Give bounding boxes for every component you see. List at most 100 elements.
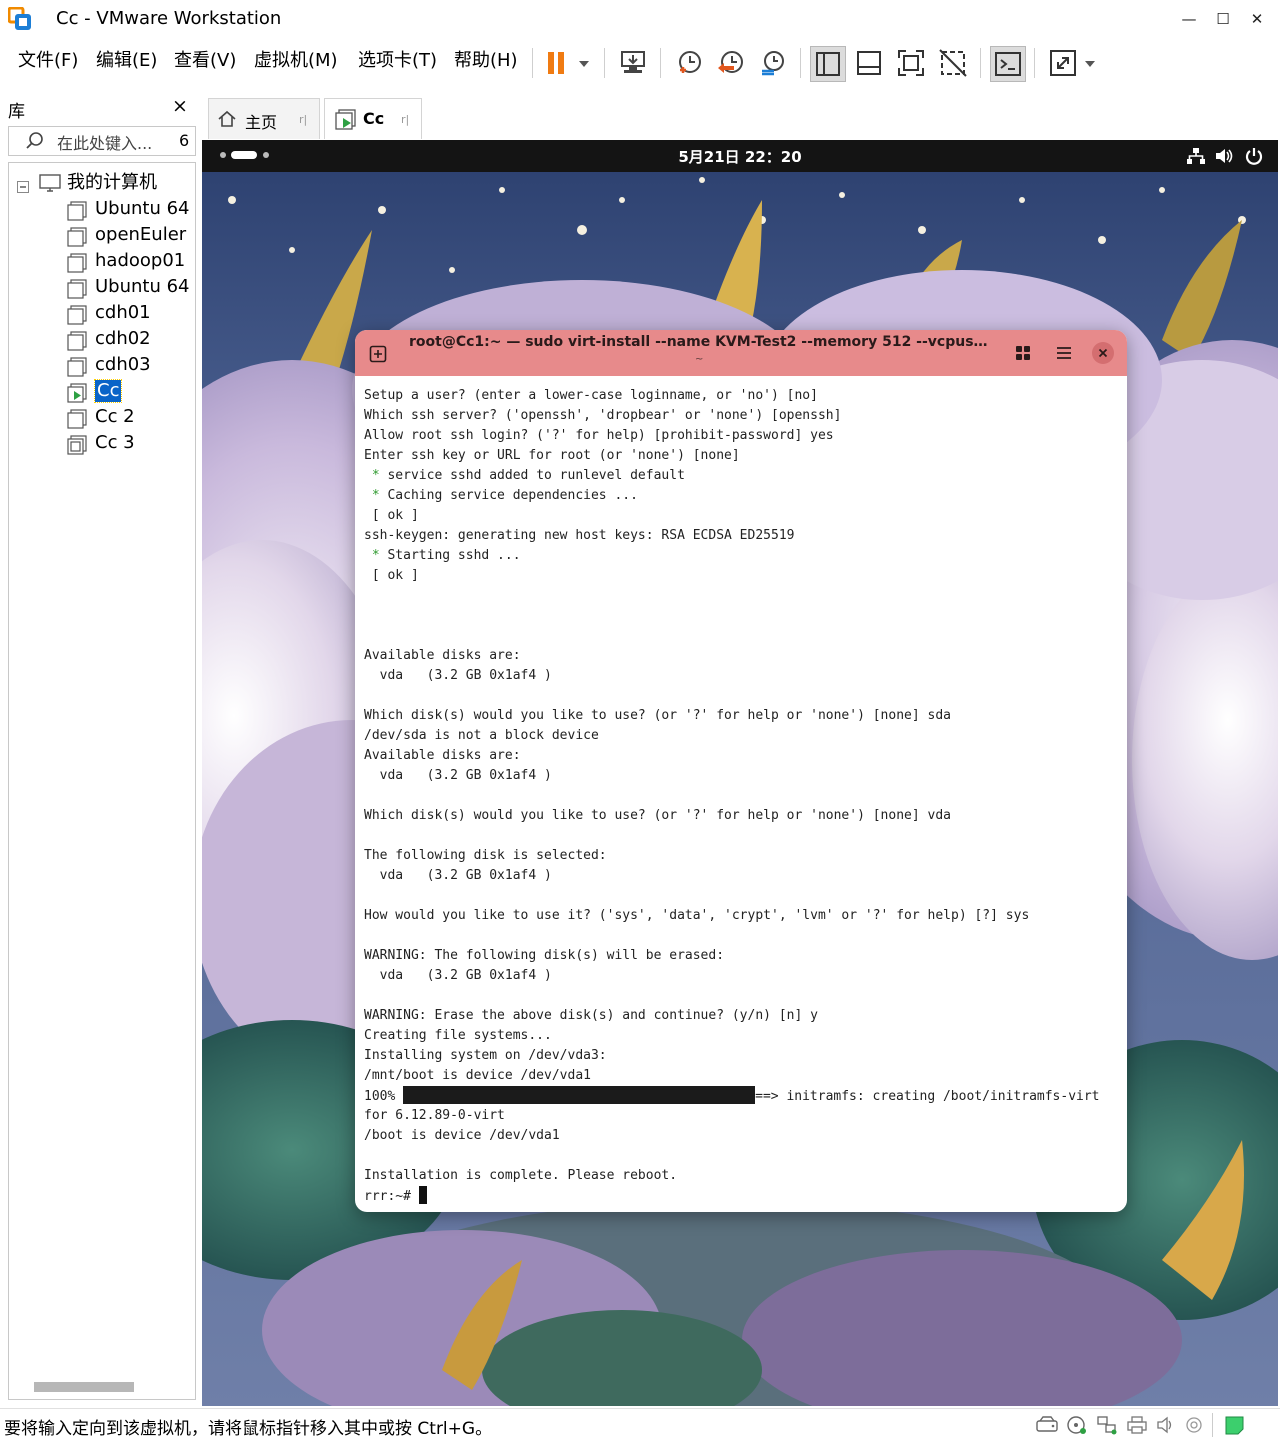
tree-vm-item[interactable]: hadoop01 — [9, 249, 195, 275]
menu-file[interactable]: 文件(F) — [18, 49, 78, 73]
tab-cc-label: Cc — [363, 109, 385, 128]
library-scrollbar[interactable] — [34, 1382, 134, 1392]
terminal-line: * service sshd added to runlevel default — [371, 468, 685, 483]
unity-icon[interactable] — [936, 46, 970, 80]
vm-running-icon — [335, 109, 357, 131]
power-icon[interactable] — [1244, 146, 1264, 166]
dropdown-icon[interactable] — [1080, 46, 1100, 80]
tab-close-icon[interactable]: r| — [401, 113, 409, 126]
library-title: 库 — [8, 102, 25, 122]
vm-icon — [67, 357, 87, 377]
terminal-prompt[interactable]: rrr:~# — [364, 1186, 1124, 1206]
message-icon[interactable] — [1224, 1415, 1246, 1435]
tab-close-icon[interactable]: r| — [299, 113, 307, 126]
tree-vm-item[interactable]: Cc 3 — [9, 431, 195, 457]
tree-vm-item[interactable]: cdh01 — [9, 301, 195, 327]
terminal-cursor — [418, 1186, 427, 1204]
tree-vm-item[interactable]: openEuler — [9, 223, 195, 249]
tree-vm-item[interactable]: Ubuntu 64 位 — [9, 197, 195, 223]
library-close-button[interactable]: × — [170, 95, 190, 117]
terminal-line: Available disks are: — [364, 748, 521, 763]
network-icon[interactable] — [1186, 146, 1206, 166]
vm-icon — [67, 279, 87, 299]
volume-icon[interactable] — [1214, 146, 1234, 166]
status-message: 要将输入定向到该虚拟机，请将鼠标指针移入其中或按 Ctrl+G。 — [4, 1419, 493, 1439]
tab-cc[interactable]: Cc r| — [324, 98, 422, 139]
hamburger-menu-icon[interactable] — [1055, 345, 1073, 361]
terminal-line: /mnt/boot is device /dev/vda1 — [364, 1068, 591, 1083]
terminal-header: root@Cc1:~ — sudo virt-install --name KV… — [355, 330, 1127, 376]
toolbar-separator — [980, 48, 981, 78]
library-view-icon[interactable] — [810, 46, 846, 82]
send-ctrl-alt-del-icon[interactable] — [616, 46, 650, 80]
menu-view[interactable]: 查看(V) — [174, 49, 236, 73]
printer-icon[interactable] — [1126, 1415, 1148, 1435]
terminal-window[interactable]: root@Cc1:~ — sudo virt-install --name KV… — [355, 330, 1127, 1212]
network-adapter-icon[interactable] — [1096, 1415, 1118, 1435]
terminal-line: Installing system on /dev/vda3: — [364, 1048, 607, 1063]
tab-home-label: 主页 — [245, 113, 278, 132]
snapshot-manager-icon[interactable] — [756, 46, 790, 80]
terminal-line: Setup a user? (enter a lower-case loginn… — [364, 388, 818, 403]
stretch-icon[interactable] — [1046, 46, 1080, 80]
console-view-icon[interactable] — [990, 46, 1026, 82]
tree-root-label: 我的计算机 — [67, 172, 157, 193]
library-search-input[interactable]: 在此处键入... 6 — [8, 126, 196, 156]
terminal-output[interactable]: Setup a user? (enter a lower-case loginn… — [364, 386, 1124, 1206]
maximize-button[interactable]: ☐ — [1208, 6, 1238, 32]
guest-clock[interactable]: 5月21日 22：20 — [202, 146, 1278, 167]
terminal-line: for 6.12.89-0-virt — [364, 1108, 505, 1123]
tree-vm-item[interactable]: Cc 2 — [9, 405, 195, 431]
terminal-close-icon[interactable] — [1092, 342, 1114, 364]
terminal-line: /dev/sda is not a block device — [364, 728, 599, 743]
terminal-line: Installation is complete. Please reboot. — [364, 1168, 678, 1183]
terminal-line: Available disks are: — [364, 648, 521, 663]
terminal-line: vda (3.2 GB 0x1af4 ) — [364, 868, 552, 883]
collapse-icon[interactable] — [17, 178, 29, 193]
snapshot-take-icon[interactable] — [672, 46, 706, 80]
tree-vm-item[interactable]: cdh02 — [9, 327, 195, 353]
toolbar-separator — [660, 48, 661, 78]
close-button[interactable]: ✕ — [1242, 6, 1272, 32]
fullscreen-icon[interactable] — [894, 46, 928, 80]
terminal-line: Creating file systems... — [364, 1028, 552, 1043]
computer-icon — [39, 174, 61, 194]
menu-vm[interactable]: 虚拟机(M) — [254, 49, 338, 73]
tree-root-my-computer[interactable]: 我的计算机 — [9, 171, 195, 197]
new-tab-icon[interactable] — [369, 345, 387, 363]
cd-dvd-icon[interactable] — [1066, 1415, 1088, 1435]
tree-vm-item[interactable]: Cc — [9, 379, 195, 405]
title-bar: Cc - VMware Workstation — ☐ ✕ — [0, 0, 1280, 38]
hard-disk-icon[interactable] — [1036, 1415, 1058, 1435]
thumbnail-view-icon[interactable] — [852, 46, 886, 80]
search-count: 6 — [179, 131, 190, 150]
vm-console[interactable]: 5月21日 22：20 root@Cc1:~ — sudo virt-insta… — [202, 140, 1278, 1406]
snapshot-revert-icon[interactable] — [714, 46, 748, 80]
toolbar-separator — [532, 48, 533, 78]
terminal-title: root@Cc1:~ — sudo virt-install --name KV… — [409, 334, 989, 350]
terminal-progress-line: 100% ==> initramfs: creating /boot/initr… — [364, 1086, 1124, 1106]
tree-vm-label: Ubuntu 64 位 — [95, 198, 195, 219]
progress-bar — [403, 1086, 756, 1104]
dropdown-icon[interactable] — [574, 46, 594, 80]
toolbar-separator — [1034, 48, 1035, 78]
usb-icon[interactable] — [1184, 1415, 1206, 1435]
tree-vm-label: Cc 2 — [95, 406, 135, 427]
tree-vm-item[interactable]: cdh03 — [9, 353, 195, 379]
tree-vm-label: openEuler — [95, 224, 187, 245]
grid-view-icon[interactable] — [1015, 345, 1031, 361]
tab-home[interactable]: 主页 r| — [208, 98, 320, 139]
tree-vm-item[interactable]: Ubuntu 64 位 — [9, 275, 195, 301]
menu-tabs[interactable]: 选项卡(T) — [358, 49, 437, 73]
terminal-line: vda (3.2 GB 0x1af4 ) — [364, 668, 552, 683]
minimize-button[interactable]: — — [1174, 6, 1204, 32]
terminal-line: vda (3.2 GB 0x1af4 ) — [364, 768, 552, 783]
menu-edit[interactable]: 编辑(E) — [96, 49, 157, 73]
sound-icon[interactable] — [1156, 1415, 1178, 1435]
vm-running-icon — [67, 383, 87, 403]
menu-help[interactable]: 帮助(H) — [454, 49, 518, 73]
toolbar-separator — [604, 48, 605, 78]
pause-icon[interactable] — [542, 46, 576, 80]
